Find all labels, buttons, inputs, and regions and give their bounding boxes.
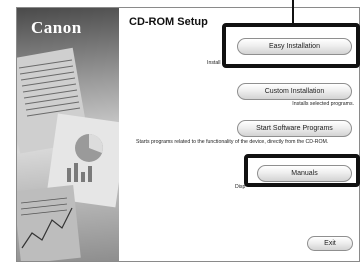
- sidebar-artwork: Canon: [17, 8, 119, 261]
- callout-pointer-line: [292, 0, 294, 24]
- custom-installation-button[interactable]: Custom Installation: [237, 83, 352, 100]
- exit-button[interactable]: Exit: [307, 236, 353, 251]
- easy-installation-highlight: [222, 23, 360, 68]
- easy-installation-description: Install: [207, 60, 221, 66]
- canon-logo: Canon: [31, 18, 82, 37]
- start-software-programs-button[interactable]: Start Software Programs: [237, 120, 352, 137]
- manuals-highlight: [244, 154, 360, 187]
- start-software-programs-description: Starts programs related to the functiona…: [136, 139, 329, 145]
- decorative-documents-image: [17, 47, 119, 261]
- custom-installation-description: Installs selected programs.: [292, 101, 354, 107]
- window-title: CD-ROM Setup: [129, 16, 208, 28]
